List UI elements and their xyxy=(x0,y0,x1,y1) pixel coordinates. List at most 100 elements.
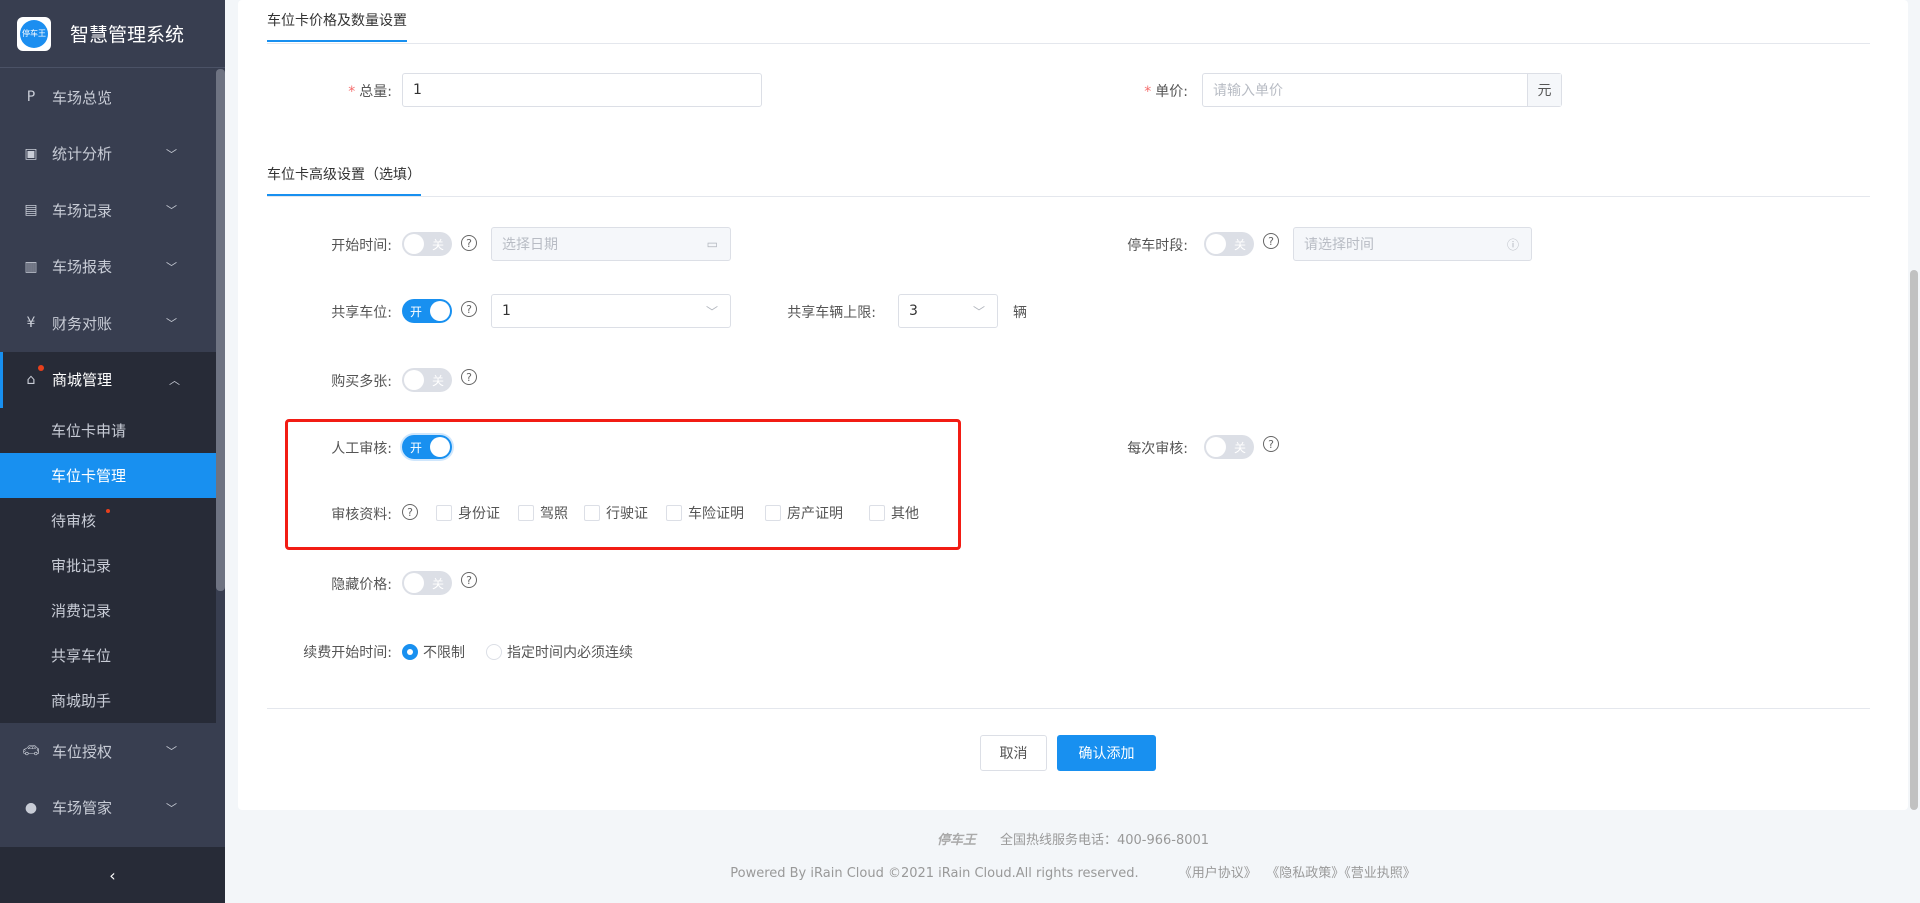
help-icon[interactable]: ? xyxy=(461,301,477,317)
doc-checkbox-other[interactable]: 其他 xyxy=(869,503,919,523)
sidebar-subitem[interactable]: 待审核 xyxy=(0,498,216,543)
chevron-down-icon: ﹀ xyxy=(166,745,177,759)
manual-review-label: 人工审核: xyxy=(331,441,392,457)
chevron-left-icon: ‹ xyxy=(109,865,116,885)
price-label: * 单价: xyxy=(1144,84,1188,100)
review-docs-label: 审核资料: xyxy=(331,507,392,523)
page-scrollbar[interactable] xyxy=(1910,270,1918,810)
share-label: 共享车位: xyxy=(331,305,392,321)
cancel-button[interactable]: 取消 xyxy=(980,735,1047,771)
renew-option-unlimited[interactable]: 不限制 xyxy=(402,642,465,662)
sidebar: 停车王 智慧管理系统 P 车场总览 ▣ 统计分析 ﹀ ▤ 车场记录 ﹀ ▥ 车场报表 ﹀ ¥ 财… xyxy=(0,0,225,903)
sidebar-subitem-active[interactable]: 车位卡管理 xyxy=(0,453,216,498)
parking-icon: P xyxy=(26,89,36,106)
each-review-label: 每次审核: xyxy=(1127,441,1188,457)
sidebar-item-reports[interactable]: ▥ 车场报表 ﹀ xyxy=(0,239,216,296)
sidebar-item-steward[interactable]: ● 车场管家 ﹀ xyxy=(0,780,216,837)
footer-hotline-row: 停车王 全国热线服务电话：400-966-8001 xyxy=(936,833,1210,848)
help-icon[interactable]: ? xyxy=(402,504,418,520)
calendar-icon: ▭ xyxy=(706,237,718,251)
chevron-down-icon: ﹀ xyxy=(166,801,177,815)
divider xyxy=(267,196,1870,197)
start-time-switch[interactable]: 关 xyxy=(402,232,452,256)
help-icon[interactable]: ? xyxy=(461,572,477,588)
footer-copyright-row: Powered By iRain Cloud ©2021 iRain Cloud… xyxy=(730,866,1416,881)
help-icon[interactable]: ? xyxy=(461,369,477,385)
sidebar-item-overview[interactable]: P 车场总览 xyxy=(0,69,216,126)
sidebar-item-statistics[interactable]: ▣ 统计分析 ﹀ xyxy=(0,126,216,183)
privacy-policy-link[interactable]: 《隐私政策》 xyxy=(1273,866,1345,881)
hide-price-label: 隐藏价格: xyxy=(331,577,392,593)
doc-checkbox-insurance[interactable]: 车险证明 xyxy=(666,503,744,523)
notification-dot xyxy=(106,509,110,513)
doc-checkbox-driver-license[interactable]: 驾照 xyxy=(518,503,568,523)
share-limit-unit: 辆 xyxy=(1013,305,1027,321)
divider xyxy=(267,708,1870,709)
sidebar-subitem[interactable]: 共享车位 xyxy=(0,633,216,678)
sidebar-subitem[interactable]: 消费记录 xyxy=(0,588,216,633)
each-review-switch[interactable]: 关 xyxy=(1204,435,1254,459)
total-label: * 总量: xyxy=(348,84,392,100)
car-icon: 🚗︎ xyxy=(22,743,40,760)
logo: 停车王 xyxy=(17,16,51,51)
user-agreement-link[interactable]: 《用户协议》 xyxy=(1179,866,1257,881)
form-card: 车位卡价格及数量设置 * 总量: 1 * 单价: 请输入单价元 车位卡高级设置（选填… xyxy=(238,0,1908,810)
document-icon: ▤ xyxy=(24,202,38,219)
start-time-label: 开始时间: xyxy=(331,238,392,254)
chevron-down-icon: ﹀ xyxy=(166,260,177,274)
chevron-up-icon: ︿ xyxy=(169,373,180,387)
chevron-down-icon: ﹀ xyxy=(166,147,177,161)
sidebar-item-auth[interactable]: 🚗︎ 车位授权 ﹀ xyxy=(0,723,216,780)
renew-start-label: 续费开始时间: xyxy=(303,645,392,661)
collapse-sidebar-button[interactable]: ‹ xyxy=(0,847,225,903)
share-select[interactable]: 1 ﹀ xyxy=(491,294,731,328)
sidebar-scrollbar[interactable] xyxy=(216,69,225,591)
submenu: 车位卡申请 车位卡管理 待审核 审批记录 消费记录 共享车位 商城助手 xyxy=(0,408,216,723)
report-icon: ▥ xyxy=(24,258,38,275)
brand: 停车王 智慧管理系统 xyxy=(0,0,225,68)
user-icon: ● xyxy=(24,799,38,816)
price-input[interactable]: 请输入单价元 xyxy=(1202,73,1562,107)
doc-checkbox-id-card[interactable]: 身份证 xyxy=(436,503,500,523)
chevron-down-icon: ﹀ xyxy=(166,204,177,218)
sidebar-item-records[interactable]: ▤ 车场记录 ﹀ xyxy=(0,182,216,239)
notification-dot xyxy=(38,364,44,371)
doc-checkbox-property[interactable]: 房产证明 xyxy=(765,503,843,523)
multi-purchase-label: 购买多张: xyxy=(331,374,392,390)
manual-review-switch[interactable]: 开 xyxy=(402,435,452,459)
sidebar-item-mall[interactable]: ⌂ 商城管理 ︿ xyxy=(0,351,216,408)
share-switch[interactable]: 开 xyxy=(402,299,452,323)
sidebar-subitem[interactable]: 车位卡申请 xyxy=(0,408,216,453)
share-limit-label: 共享车辆上限: xyxy=(787,305,876,321)
price-suffix: 元 xyxy=(1527,74,1561,106)
sidebar-subitem[interactable]: 审批记录 xyxy=(0,543,216,588)
sidebar-item-finance[interactable]: ¥ 财务对账 ﹀ xyxy=(0,295,216,352)
multi-purchase-switch[interactable]: 关 xyxy=(402,368,452,392)
chevron-down-icon: ﹀ xyxy=(705,304,718,319)
hide-price-switch[interactable]: 关 xyxy=(402,571,452,595)
yen-icon: ¥ xyxy=(26,315,36,332)
total-input[interactable]: 1 xyxy=(402,73,762,107)
business-license-link[interactable]: 《营业执照》 xyxy=(1344,866,1416,881)
chevron-down-icon: ﹀ xyxy=(972,304,985,319)
footer-logo: 停车王 xyxy=(936,833,976,848)
renew-option-continuous[interactable]: 指定时间内必须连续 xyxy=(486,642,633,662)
parking-period-switch[interactable]: 关 xyxy=(1204,232,1254,256)
section-title: 车位卡高级设置（选填） xyxy=(267,164,421,196)
share-limit-select[interactable]: 3 ﹀ xyxy=(898,294,998,328)
start-date-picker[interactable]: 选择日期 ▭ xyxy=(491,227,731,261)
help-icon[interactable]: ? xyxy=(1263,436,1279,452)
confirm-add-button[interactable]: 确认添加 xyxy=(1057,735,1156,771)
info-icon: ⓘ xyxy=(1506,237,1519,252)
help-icon[interactable]: ? xyxy=(461,235,477,251)
section-title: 车位卡价格及数量设置 xyxy=(267,10,407,42)
doc-checkbox-vehicle-license[interactable]: 行驶证 xyxy=(584,503,648,523)
help-icon[interactable]: ? xyxy=(1263,233,1279,249)
monitor-chart-icon: ▣ xyxy=(24,145,38,162)
parking-period-label: 停车时段: xyxy=(1127,238,1188,254)
shop-icon: ⌂ xyxy=(26,371,36,388)
app-title: 智慧管理系统 xyxy=(70,24,185,46)
parking-period-picker[interactable]: 请选择时间 ⓘ xyxy=(1293,227,1532,261)
sidebar-subitem[interactable]: 商城助手 xyxy=(0,678,216,723)
divider xyxy=(267,43,1870,44)
